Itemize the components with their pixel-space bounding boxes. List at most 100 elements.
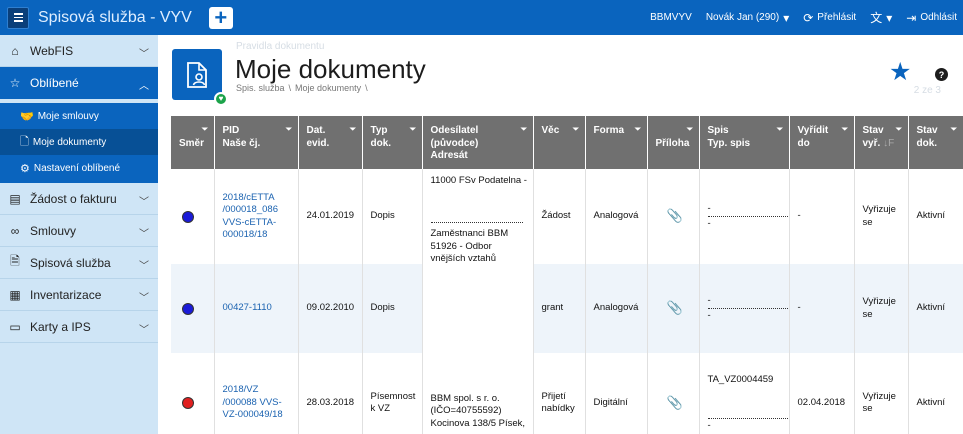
filter-icon[interactable]: ⏷ [841,124,848,135]
refresh-icon: ⟳ [803,10,814,25]
filter-icon[interactable]: ⏷ [285,124,292,135]
sidebar-item-moje-smlouvy[interactable]: 🤝 Moje smlouvy [0,103,158,129]
direction-cell [171,264,215,353]
chevron-down-icon: ﹀ [139,325,149,336]
filter-icon[interactable]: ⏷ [572,124,579,135]
due-cell: - [789,169,855,264]
spis-cell: -- [699,169,790,264]
filter-icon[interactable]: ⏷ [409,124,416,135]
sidebar-item-webfis[interactable]: ⌂ WebFIS ﹀ [0,35,158,67]
sender-origin: 11000 FSv Podatelna - [430,175,527,186]
overview-button[interactable]: ⟳ Přehlásit [803,12,856,24]
spis-cell: -- [699,264,790,353]
sidebar: ⌂ WebFIS ﹀ ☆ Oblíbené ︿ 🤝 Moje smlouvy 🗋… [0,35,158,434]
star-outline-icon: ☆ [9,76,21,90]
filter-icon[interactable]: ⏷ [349,124,356,135]
paperclip-icon[interactable]: 📎 [656,208,695,225]
stav-dok-cell: Aktivní [908,264,963,353]
direction-indicator-icon [182,302,194,315]
page-title: Moje dokumenty [235,54,426,84]
sidebar-item-smlouvy[interactable]: ∞ Smlouvy ﹀ [0,215,158,247]
sidebar-item-spisova-sluzba[interactable]: 🗎 Spisová služba ﹀ [0,247,158,279]
sidebar-item-inventarizace[interactable]: ▦ Inventarizace ﹀ [0,279,158,311]
col-header-vyridit-do[interactable]: ⏷ Vyřídit do [789,116,855,169]
main-content: Pravidla dokumentu 2 ze 3 ♥ Moje dokumen… [158,35,963,434]
type-cell: Dopis [362,169,423,264]
sender-recipient: Zaměstnanci BBM 51926 - Odbor vnějších v… [430,222,523,265]
breadcrumb-item[interactable]: Spis. služba [236,83,285,93]
caret-down-icon: ▾ [783,10,790,25]
user-menu[interactable]: Novák Jan (290) ▾ [706,12,789,24]
col-header-vec[interactable]: ⏷ Věc [533,116,586,169]
filter-icon[interactable]: ⏷ [686,124,693,135]
org-selector[interactable]: BBMVYV [650,12,692,23]
logout-icon: ⇥ [906,10,917,25]
favorite-star-icon[interactable]: ★ [889,60,911,85]
col-header-pid[interactable]: ⏷ PID Naše čj. [214,116,299,169]
filter-icon[interactable]: ⏷ [201,124,208,135]
logout-button[interactable]: ⇥ Odhlásit [906,12,957,24]
col-header-priloha[interactable]: ⏷ Příloha [647,116,700,169]
filter-icon[interactable]: ⏷ [950,124,957,135]
pid-link[interactable]: 2018/cETTA /000018_086 VVS-cETTA-000018/… [223,192,278,240]
col-header-stav-vyr[interactable]: ⏷ Stav vyř. ↓F [854,116,909,169]
favorite-heart-icon: ♥ [214,92,228,106]
chevron-down-icon: ﹀ [139,261,149,272]
sidebar-item-zadost-o-fakturu[interactable]: ▤ Žádost o fakturu ﹀ [0,183,158,215]
spis-cell: TA_VZ0004459- [699,353,790,434]
subject-cell: grant [533,264,586,353]
pid-cell: 00427-1110 [214,264,299,353]
filter-icon[interactable]: ⏷ [776,124,783,135]
pid-link[interactable]: 00427-1110 [223,302,272,313]
translate-icon: 文 [870,10,883,25]
sidebar-item-oblibene[interactable]: ☆ Oblíbené ︿ [0,67,158,99]
table-row[interactable]: 2018/cETTA /000018_086 VVS-cETTA-000018/… [171,169,963,353]
col-header-forma[interactable]: ⏷ Forma [585,116,648,169]
pid-cell: 2018/VZ /000088 VVS-VZ-000049/18 [214,353,299,434]
table-row[interactable]: 2018/VZ /000088 VVS-VZ-000049/18 28.03.2… [171,353,963,434]
attachment-cell: 📎 [647,264,700,353]
paperclip-icon[interactable]: 📎 [656,300,695,317]
col-header-typ-dok[interactable]: ⏷ Typ dok. [362,116,423,169]
date-cell: 09.02.2010 [298,264,363,353]
filter-icon[interactable]: ⏷ [520,124,527,135]
document-icon: 🗎 [10,254,20,268]
top-right-controls: BBMVYV Novák Jan (290) ▾ ⟳ Přehlásit 文 ▾… [636,0,957,35]
col-header-dat-evid[interactable]: ⏷ Dat. evid. [298,116,363,169]
document-user-icon [187,61,207,88]
sidebar-item-moje-dokumenty[interactable]: 🗋 Moje dokumenty [0,129,158,155]
sort-icon[interactable]: ↓F [883,138,894,149]
sender-cell: 11000 FSv Podatelna - Zaměstnanci BBM 51… [422,169,534,353]
col-header-odesilatel[interactable]: ⏷ Odesílatel (původce) Adresát [422,116,534,169]
col-header-spis[interactable]: ⏷ Spis Typ. spis [699,116,790,169]
help-icon[interactable]: ? [935,68,948,81]
breadcrumb-item[interactable]: Moje dokumenty [295,83,361,93]
filter-icon[interactable]: ⏷ [634,124,641,135]
document-user-icon: 🗋 [20,135,29,148]
language-button[interactable]: 文 ▾ [870,12,892,24]
card-icon: ▭ [9,319,21,334]
filter-icon[interactable]: ⏷ [895,124,902,135]
inventory-icon: ▦ [9,287,21,302]
home-icon: ⌂ [11,43,19,58]
paperclip-icon[interactable]: 📎 [656,395,695,412]
col-header-stav-dok[interactable]: ⏷ Stav dok. [908,116,963,169]
sender-cell: BBM spol. s r. o. (IČO=40755592) Kocinov… [422,353,534,434]
type-cell: Dopis [362,264,423,353]
chevron-down-icon: ﹀ [139,293,149,304]
plus-icon: + [214,4,228,30]
stav-vyr-cell: Vyřizuje se [854,169,909,264]
background-ghost-page: 2 ze 3 [913,85,941,96]
col-header-smer[interactable]: ⏷ Směr [171,116,215,169]
caret-down-icon: ▾ [886,10,893,25]
table-row[interactable]: 00427-1110 09.02.2010 Dopis grant Analog… [171,264,963,353]
form-cell: Analogová [585,264,648,353]
pid-link[interactable]: 2018/VZ /000088 VVS-VZ-000049/18 [223,384,283,420]
form-cell: Digitální [585,353,648,434]
sidebar-item-nastaveni-oblibene[interactable]: ⚙ Nastavení oblíbené [0,155,158,181]
hamburger-icon [13,13,23,15]
hamburger-menu-button[interactable] [7,6,29,29]
sidebar-item-karty-a-ips[interactable]: ▭ Karty a IPS ﹀ [0,311,158,343]
new-item-button[interactable]: + [208,4,233,30]
handshake-icon: 🤝 [20,110,34,123]
